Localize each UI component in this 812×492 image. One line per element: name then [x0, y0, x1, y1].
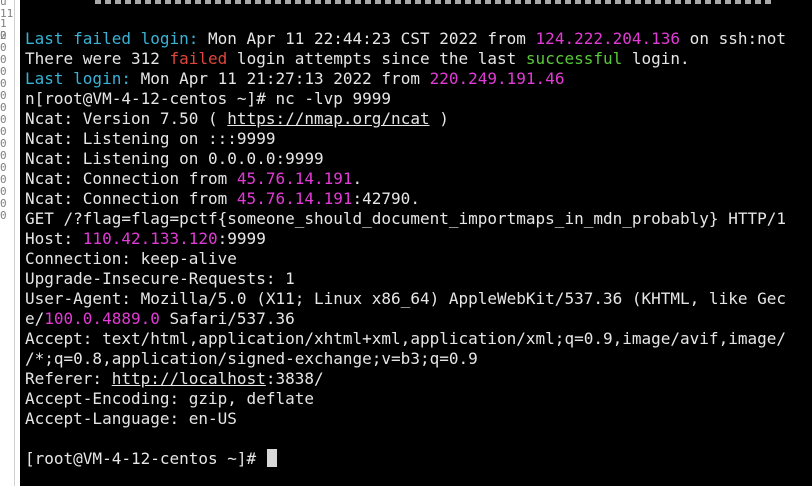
browser-version: 100.0.4889.0 [44, 309, 160, 328]
last-login-line: Last login: Mon Apr 11 21:27:13 2022 fro… [25, 69, 786, 89]
last-login-label: Last login: [25, 69, 131, 88]
connection-text: :42790. [352, 189, 420, 208]
upgrade-header-line: Upgrade-Insecure-Requests: 1 [25, 269, 295, 288]
ncat-version-line: Ncat: Version 7.50 ( https://nmap.org/nc… [25, 109, 786, 129]
gutter-char: 0 [0, 209, 7, 222]
connection-line: Ncat: Connection from 45.76.14.191. [25, 169, 786, 189]
referer-text: :3838/ [265, 369, 324, 388]
failed-word: failed [169, 49, 228, 68]
http-get-line: GET /?flag=flag=pctf{someone_should_docu… [25, 209, 786, 228]
text-cursor [266, 449, 277, 467]
referer-link[interactable]: http://localhost [112, 369, 266, 388]
host-ip: 110.42.133.120 [82, 229, 218, 248]
shell-prompt: [root@VM-4-12-centos ~]# [25, 449, 266, 468]
connection-header-line: Connection: keep-alive [25, 249, 237, 268]
ua-text: Safari/537.36 [159, 309, 295, 328]
version-text: ) [429, 109, 449, 128]
last-login-ip: 220.249.191.46 [429, 69, 565, 88]
accept-language-line: Accept-Language: en-US [25, 409, 237, 428]
prompt-line[interactable]: [root@VM-4-12-centos ~]# [25, 449, 786, 469]
accept-header-line: Accept: text/html,application/xhtml+xml,… [25, 329, 786, 348]
connection-text: Ncat: Connection from [25, 189, 237, 208]
host-header-line: Host: 110.42.133.120:9999 [25, 229, 786, 249]
accept-encoding-line: Accept-Encoding: gzip, deflate [25, 389, 314, 408]
bottom-border [0, 486, 812, 492]
last-login-date: Mon Apr 11 21:27:13 2022 from [130, 69, 430, 88]
last-failed-label: Last failed login: [25, 29, 199, 48]
successful-word: successful [525, 49, 623, 68]
listening-ipv6-line: Ncat: Listening on :::9999 [25, 129, 276, 148]
version-text: Ncat: Version 7.50 ( [25, 109, 228, 128]
dashed-separator [95, 0, 775, 4]
terminal-output: Last failed login: Mon Apr 11 22:44:23 C… [25, 29, 786, 469]
last-failed-ip: 124.222.204.136 [535, 29, 681, 48]
attempts-text: login attempts since the last [227, 49, 526, 68]
connection-ip: 45.76.14.191 [236, 169, 353, 188]
left-gutter: u 11 1 2 0 0 0 0 0 0 0 0 0 0 0 0 0 0 0 0 [0, 0, 15, 492]
last-failed-login-line: Last failed login: Mon Apr 11 22:44:23 C… [25, 29, 786, 49]
last-failed-date: Mon Apr 11 22:44:23 CST 2022 from [198, 29, 536, 48]
connection-port-line: Ncat: Connection from 45.76.14.191:42790… [25, 189, 786, 209]
host-text: :9999 [217, 229, 266, 248]
accept-continued-line: /*;q=0.8,application/signed-exchange;v=b… [25, 349, 478, 368]
connection-text: Ncat: Connection from [25, 169, 237, 188]
attempts-text: login. [622, 49, 690, 68]
attempts-text: There were 312 [25, 49, 170, 68]
user-agent-continued-line: e/100.0.4889.0 Safari/537.36 [25, 309, 786, 329]
last-failed-suffix: on ssh:not [680, 29, 787, 48]
terminal-window[interactable]: Last failed login: Mon Apr 11 22:44:23 C… [20, 0, 812, 486]
connection-text: . [352, 169, 363, 188]
command-line: n[root@VM-4-12-centos ~]# nc -lvp 9999 [25, 89, 392, 108]
host-text: Host: [25, 229, 83, 248]
referer-text: Referer: [25, 369, 112, 388]
user-agent-line: User-Agent: Mozilla/5.0 (X11; Linux x86_… [25, 289, 786, 308]
referer-header-line: Referer: http://localhost:3838/ [25, 369, 786, 389]
ncat-url-link[interactable]: https://nmap.org/ncat [227, 109, 429, 128]
connection-ip: 45.76.14.191 [236, 189, 353, 208]
failed-attempts-line: There were 312 failed login attempts sin… [25, 49, 786, 69]
listening-ipv4-line: Ncat: Listening on 0.0.0.0:9999 [25, 149, 324, 168]
ua-text: e/ [25, 309, 45, 328]
